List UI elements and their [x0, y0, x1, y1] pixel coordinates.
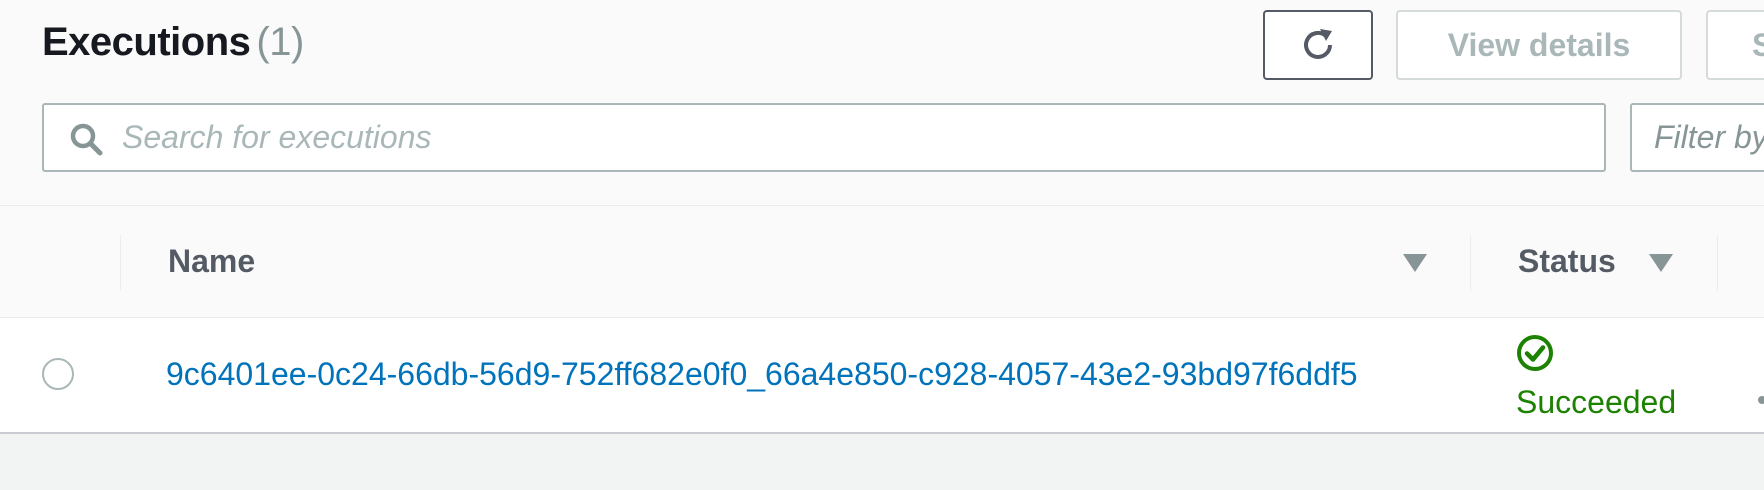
table-header: Name Status: [0, 207, 1764, 318]
refresh-icon: [1304, 29, 1332, 59]
column-divider: [1470, 235, 1471, 291]
execution-name-link[interactable]: 9c6401ee-0c24-66db-56d9-752ff682e0f0_66a…: [166, 356, 1358, 393]
filter-dropdown[interactable]: Filter by: [1630, 103, 1764, 172]
sort-descending-icon[interactable]: [1402, 253, 1428, 273]
execution-count: (1): [256, 20, 304, 64]
page-title: Executions (1): [42, 20, 304, 65]
search-icon: [70, 123, 103, 156]
title-text: Executions: [42, 20, 251, 64]
column-divider: [120, 235, 121, 291]
column-divider: [1717, 235, 1718, 291]
search-input[interactable]: [122, 105, 1592, 170]
column-header-name[interactable]: Name: [168, 243, 255, 280]
view-details-button[interactable]: View details: [1396, 10, 1682, 80]
executions-panel: Executions(1) View details S Filter by N…: [0, 0, 1764, 434]
column-header-status[interactable]: Status: [1518, 243, 1616, 280]
executions-header: Executions(1) View details S Filter by: [0, 0, 1764, 206]
search-box: [42, 103, 1606, 172]
row-select-radio[interactable]: [42, 358, 74, 390]
stop-execution-button[interactable]: S: [1706, 10, 1764, 80]
table-row: 9c6401ee-0c24-66db-56d9-752ff682e0f0_66a…: [0, 318, 1764, 432]
check-circle-icon: [1517, 335, 1553, 371]
status-badge: Succeeded: [1516, 384, 1677, 420]
sort-descending-icon[interactable]: [1648, 253, 1674, 273]
refresh-button[interactable]: [1263, 10, 1373, 80]
overflow-dot: [1758, 396, 1764, 404]
